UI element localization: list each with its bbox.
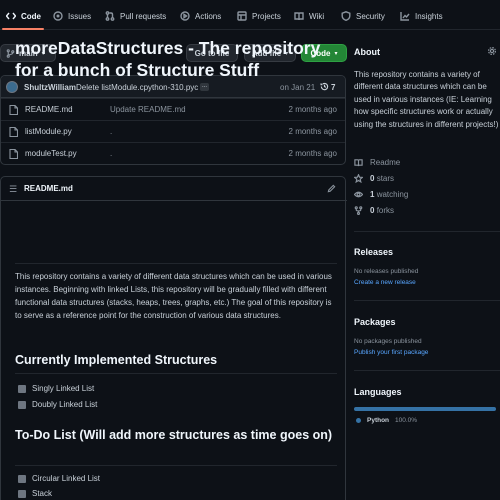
file-commit-message[interactable]: Update README.md [110, 105, 186, 114]
create-release-link[interactable]: Create a new release [354, 279, 416, 286]
active-tab-indicator [2, 28, 44, 30]
graph-icon [400, 12, 410, 21]
repo-tabs: Code Issues Pull requests Actions Projec… [0, 0, 500, 30]
readme-link[interactable]: Readme [354, 158, 400, 167]
heading-divider [15, 465, 337, 466]
releases-heading[interactable]: Releases [354, 247, 393, 257]
releases-empty-text: No releases published [354, 268, 419, 275]
tab-code[interactable]: Code [6, 9, 41, 23]
pull-request-icon [105, 11, 115, 21]
languages-heading: Languages [354, 387, 402, 397]
book-icon [294, 12, 304, 21]
commit-author[interactable]: ShultzWilliam [24, 83, 76, 92]
list-item: Circular Linked List [18, 474, 100, 483]
tab-security[interactable]: Security [341, 9, 385, 23]
readme-panel: ☰ README.md [0, 176, 347, 500]
file-name[interactable]: moduleTest.py [25, 149, 77, 158]
avatar[interactable] [6, 81, 18, 93]
readme-filename[interactable]: README.md [24, 184, 73, 193]
pencil-icon[interactable] [327, 184, 336, 193]
file-icon [9, 149, 18, 159]
tab-pull-requests[interactable]: Pull requests [105, 9, 166, 23]
sidebar-divider [354, 231, 500, 232]
table-icon [237, 11, 247, 21]
list-item: Doubly Linked List [18, 400, 97, 409]
file-age: 2 months ago [288, 127, 337, 136]
file-row[interactable]: README.md Update README.md 2 months ago [1, 98, 345, 120]
language-bar [354, 407, 496, 411]
tab-issues[interactable]: Issues [53, 9, 91, 23]
checkbox-icon [18, 400, 26, 409]
todo-heading: To-Do List (Will add more structures as … [15, 428, 333, 442]
file-commit-message[interactable]: . [110, 127, 112, 136]
sidebar-divider [354, 300, 500, 301]
readme-header: ☰ README.md [1, 177, 347, 201]
eye-icon [354, 191, 363, 198]
tab-insights[interactable]: Insights [400, 9, 443, 23]
play-icon [180, 11, 190, 21]
about-description: This repository contains a variety of di… [354, 70, 499, 129]
sidebar-divider [354, 370, 500, 371]
readme-title: moreDataStructures - The repository for … [15, 38, 321, 80]
checkbox-icon [18, 489, 26, 498]
publish-package-link[interactable]: Publish your first package [354, 349, 428, 356]
implemented-heading: Currently Implemented Structures [15, 353, 218, 367]
file-name[interactable]: listModule.py [25, 127, 72, 136]
file-name[interactable]: README.md [25, 105, 73, 114]
history-icon [320, 82, 329, 91]
language-item-python[interactable]: Python 100.0% [356, 417, 417, 424]
watching-link[interactable]: 1 watching [354, 190, 408, 199]
about-heading: About [354, 47, 380, 57]
code-icon [6, 12, 16, 20]
shield-icon [341, 11, 351, 21]
checkbox-icon [18, 384, 26, 393]
packages-heading[interactable]: Packages [354, 317, 396, 327]
tab-projects[interactable]: Projects [237, 9, 281, 23]
gear-icon[interactable] [487, 46, 497, 56]
file-commit-message[interactable]: . [110, 149, 112, 158]
file-list: ShultzWilliam Delete listModule.cpython-… [0, 75, 346, 165]
list-item: Stack [18, 489, 52, 498]
title-divider [15, 263, 337, 264]
commit-message[interactable]: Delete listModule.cpython-310.pyc [76, 83, 198, 92]
packages-empty-text: No packages published [354, 338, 422, 345]
issue-icon [53, 11, 63, 21]
book-icon [354, 159, 363, 167]
file-icon [9, 105, 18, 115]
list-icon[interactable]: ☰ [9, 184, 17, 195]
star-icon [354, 174, 363, 183]
readme-intro: This repository contains a variety of di… [15, 272, 332, 320]
commit-date: on Jan 21 [280, 83, 316, 92]
checkbox-icon [18, 474, 26, 483]
forks-link[interactable]: 0 forks [354, 206, 394, 215]
file-age: 2 months ago [288, 149, 337, 158]
stars-link[interactable]: 0 stars [354, 174, 394, 183]
file-icon [9, 127, 18, 137]
list-item: Singly Linked List [18, 384, 94, 393]
heading-divider [15, 373, 337, 374]
fork-icon [354, 206, 363, 215]
tab-actions[interactable]: Actions [180, 9, 221, 23]
file-age: 2 months ago [288, 105, 337, 114]
commit-count[interactable]: 7 [331, 83, 335, 92]
file-row[interactable]: listModule.py . 2 months ago [1, 120, 345, 142]
language-color-dot [356, 418, 361, 423]
branch-icon [6, 48, 15, 58]
file-row[interactable]: moduleTest.py . 2 months ago [1, 142, 345, 164]
tab-wiki[interactable]: Wiki [294, 9, 324, 23]
commit-ellipsis-button[interactable]: ... [200, 83, 210, 91]
